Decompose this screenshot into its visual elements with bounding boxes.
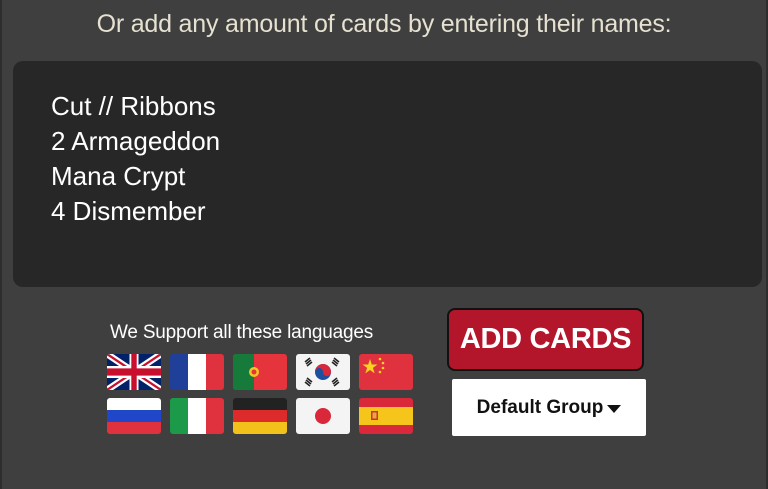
card-names-input[interactable]: [13, 61, 762, 287]
uk-flag-icon[interactable]: [107, 354, 161, 390]
add-cards-button[interactable]: ADD CARDS: [447, 308, 644, 371]
france-flag-icon[interactable]: [170, 354, 224, 390]
russia-flag-icon[interactable]: [107, 398, 161, 434]
group-select-value: Default Group: [476, 396, 604, 418]
germany-flag-icon[interactable]: [233, 398, 287, 434]
language-flags: [107, 354, 413, 434]
languages-title: We Support all these languages: [110, 322, 373, 343]
panel-heading: Or add any amount of cards by entering t…: [96, 10, 672, 38]
japan-flag-icon[interactable]: [296, 398, 350, 434]
add-cards-panel: Or add any amount of cards by entering t…: [0, 0, 768, 489]
spain-flag-icon[interactable]: [359, 398, 413, 434]
south-korea-flag-icon[interactable]: [296, 354, 350, 390]
caret-down-icon: [607, 404, 622, 413]
portugal-flag-icon[interactable]: [233, 354, 287, 390]
italy-flag-icon[interactable]: [170, 398, 224, 434]
china-flag-icon[interactable]: [359, 354, 413, 390]
group-select[interactable]: Default Group: [452, 379, 646, 436]
